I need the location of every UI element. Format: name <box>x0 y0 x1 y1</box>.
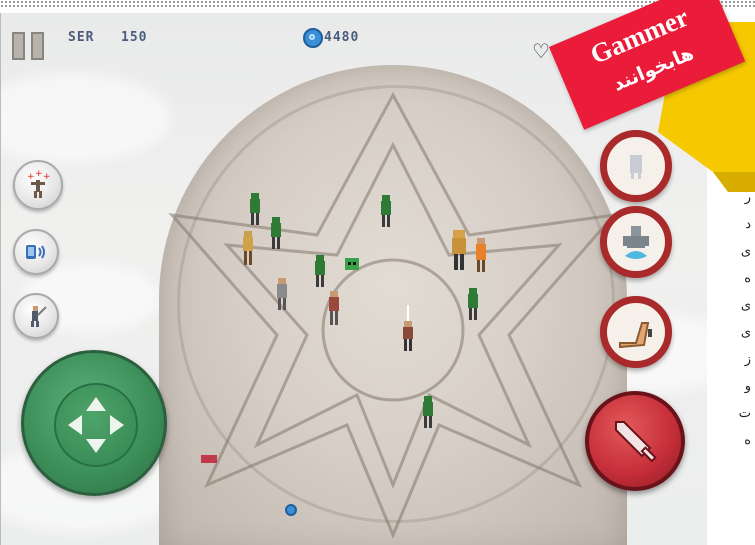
hud-value: 150 <box>121 30 148 45</box>
article-text-column: ر د ی ه ی ی ز و ت ه <box>728 184 755 454</box>
target-skill-button[interactable]: + + + <box>13 160 63 210</box>
side-text-line: ز <box>744 352 751 367</box>
kick-ability-button[interactable] <box>600 296 672 368</box>
svg-text:+: + <box>27 172 35 182</box>
side-text-line: ت <box>738 406 751 421</box>
svg-text:+: + <box>35 170 43 179</box>
movement-dpad[interactable] <box>21 350 167 496</box>
bandit-enemy[interactable] <box>275 278 289 316</box>
green-warrior-enemy[interactable] <box>466 288 480 326</box>
green-slime-enemy[interactable] <box>344 256 360 276</box>
swordsman-skill-button[interactable] <box>13 293 59 339</box>
side-text-line: و <box>744 379 751 394</box>
pause-button[interactable] <box>11 30 45 62</box>
kick-icon <box>619 322 652 349</box>
green-warrior-enemy[interactable] <box>313 255 327 293</box>
swordsman-icon <box>31 306 47 327</box>
side-text-line: ی <box>740 325 751 340</box>
side-text-line: ی <box>740 298 751 313</box>
green-warrior-enemy[interactable] <box>248 193 262 231</box>
water-elemental-icon <box>623 226 649 259</box>
attack-button[interactable] <box>585 391 685 491</box>
green-warrior-enemy[interactable] <box>269 217 283 255</box>
heart-icon: ♡ <box>532 39 550 63</box>
orange-monk-enemy[interactable] <box>473 238 489 278</box>
dpad-arrows-icon <box>68 397 124 453</box>
star-engraving <box>168 91 618 539</box>
side-text-line: ه <box>744 271 751 286</box>
dpad-center[interactable] <box>54 383 138 467</box>
side-text-line: ه <box>744 433 751 448</box>
sword-icon <box>615 421 657 463</box>
side-text-line: د <box>745 217 751 232</box>
bandit-enemy[interactable] <box>326 291 342 331</box>
coin-count: 4480 <box>324 30 360 45</box>
ghost-icon <box>630 155 642 179</box>
player-hero[interactable] <box>400 305 416 357</box>
green-warrior-enemy[interactable] <box>379 195 393 233</box>
hud-label: SER <box>68 30 95 45</box>
cloud <box>1 73 171 163</box>
green-warrior-enemy[interactable] <box>421 396 435 434</box>
side-text-line: ی <box>740 244 751 259</box>
aim-targets-icon: + + + <box>27 170 51 198</box>
water-elemental-ability-button[interactable] <box>600 206 672 278</box>
phone-signal-icon <box>26 245 45 259</box>
coin-pickup[interactable] <box>285 501 297 520</box>
axe-barbarian-enemy[interactable] <box>449 230 469 276</box>
gold-warrior-enemy[interactable] <box>240 231 256 271</box>
red-slime-enemy[interactable] <box>201 449 217 468</box>
svg-text:+: + <box>43 172 51 182</box>
signal-skill-button[interactable] <box>13 229 59 275</box>
coin-icon <box>303 28 323 48</box>
red-slime-enemy[interactable] <box>312 539 326 545</box>
